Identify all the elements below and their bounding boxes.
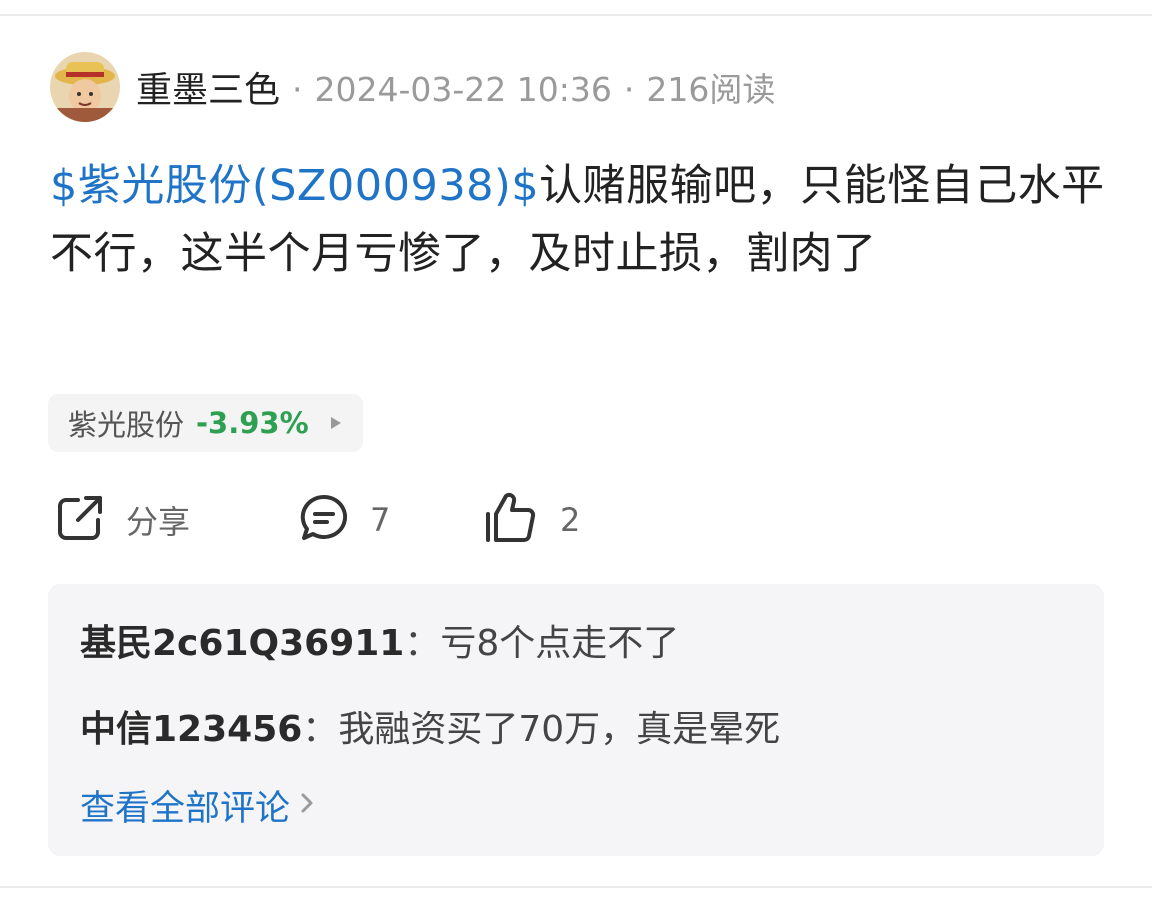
bottom-divider — [0, 886, 1152, 888]
comment-count: 7 — [370, 501, 391, 539]
meta-separator: · — [292, 70, 303, 109]
avatar[interactable] — [50, 52, 120, 122]
comment-text: 我融资买了70万，真是晕死 — [338, 709, 781, 750]
view-count: 216阅读 — [646, 70, 776, 109]
share-label: 分享 — [126, 503, 191, 541]
comment-item[interactable]: 中信123456：我融资买了70万，真是晕死 — [80, 700, 780, 752]
commenter-name[interactable]: 中信123456 — [80, 709, 302, 750]
comment-icon — [296, 490, 352, 550]
author-name[interactable]: 重墨三色 — [136, 61, 280, 113]
share-button[interactable]: 分享 — [52, 490, 190, 550]
stock-change-percent: -3.93% — [196, 406, 309, 440]
chevron-right-icon — [300, 788, 314, 823]
post-header: 重墨三色 · 2024-03-22 10:36 · 216阅读 — [50, 52, 775, 122]
post-meta: · 2024-03-22 10:36 · 216阅读 — [280, 63, 775, 111]
action-bar: 分享 7 2 — [52, 490, 752, 550]
meta-separator: · — [623, 70, 635, 109]
commenter-name[interactable]: 基民2c61Q36911 — [80, 623, 404, 664]
like-button[interactable]: 2 — [482, 490, 580, 550]
share-icon — [52, 490, 108, 550]
view-all-comments-label: 查看全部评论 — [80, 789, 291, 829]
comment-button[interactable]: 7 — [296, 490, 390, 550]
comment-text: 亏8个点走不了 — [440, 623, 680, 664]
view-all-comments-link[interactable]: 查看全部评论 — [80, 780, 314, 831]
stock-name: 紫光股份 — [68, 408, 185, 442]
thumbs-up-icon — [482, 490, 542, 550]
stock-quote-chip[interactable]: 紫光股份 -3.93% — [48, 394, 363, 452]
comment-colon: ： — [302, 709, 339, 750]
comment-preview-panel: 基民2c61Q36911：亏8个点走不了 中信123456：我融资买了70万，真… — [48, 584, 1104, 856]
comment-item[interactable]: 基民2c61Q36911：亏8个点走不了 — [80, 614, 679, 666]
stock-tag-link[interactable]: $紫光股份(SZ000938)$ — [50, 161, 539, 211]
comment-colon: ： — [404, 623, 441, 664]
post-timestamp: 2024-03-22 10:36 — [314, 70, 612, 109]
top-divider — [0, 14, 1152, 16]
like-count: 2 — [560, 501, 581, 539]
post-content: $紫光股份(SZ000938)$认赌服输吧，只能怪自己水平不行，这半个月亏惨了，… — [50, 152, 1110, 288]
play-arrow-icon — [330, 417, 341, 429]
